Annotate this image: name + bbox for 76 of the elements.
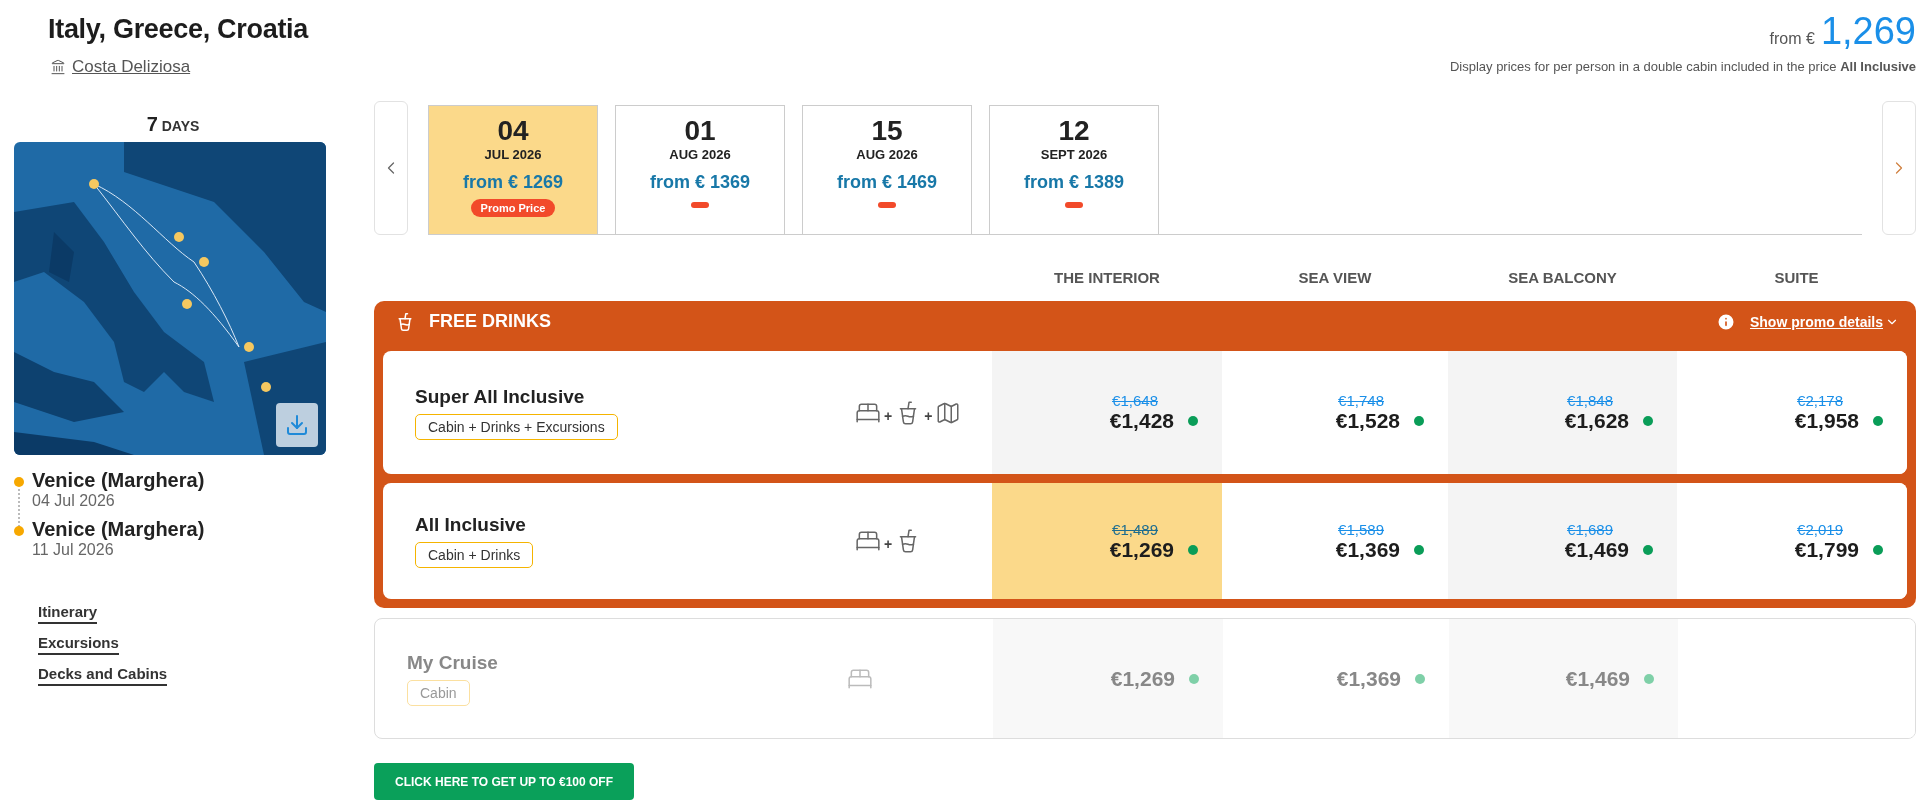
old-price: €2,019 — [1797, 520, 1843, 538]
from-price: 1,269 — [1820, 10, 1916, 53]
price: €1,369 — [1335, 537, 1400, 562]
availability-dot — [1188, 544, 1198, 555]
price-cell[interactable]: €1,848 €1,628 — [1448, 351, 1677, 475]
old-price: €1,648 — [1112, 392, 1158, 410]
availability-dot — [1188, 416, 1198, 427]
old-price: €2,178 — [1797, 392, 1843, 410]
price-cell[interactable]: €1,489 €1,269 — [992, 483, 1222, 600]
fare-tag: Cabin + Drinks + Excursions — [415, 413, 618, 440]
price: €1,269 — [1110, 666, 1175, 691]
side-link[interactable]: Itinerary — [38, 603, 98, 624]
port-dot — [14, 526, 24, 536]
from-label: from € — [1769, 30, 1815, 48]
column-header: SEA BALCONY — [1507, 269, 1618, 289]
landmark-icon — [50, 59, 66, 75]
date-tab[interactable]: 12 SEPT 2026 from € 1389 — [989, 105, 1159, 235]
plus-sign: + — [884, 407, 893, 424]
previous-button[interactable] — [374, 101, 408, 236]
old-price: €1,489 — [1112, 520, 1158, 538]
price: €1,799 — [1794, 537, 1859, 562]
column-header: SEA VIEW — [1297, 269, 1373, 289]
column-header: SUITE — [1773, 269, 1820, 289]
ship-link[interactable]: Costa Deliziosa — [50, 57, 191, 77]
date-tab[interactable]: 01 AUG 2026 from € 1369 — [615, 105, 785, 235]
availability-dot — [1643, 416, 1653, 427]
port-dot — [14, 477, 24, 487]
availability-dot — [1643, 544, 1653, 555]
cup-icon — [395, 311, 415, 332]
side-link[interactable]: Decks and Cabins — [38, 665, 168, 686]
fare-tag: Cabin — [407, 679, 470, 706]
price: €1,428 — [1109, 409, 1174, 434]
port-name: Venice (Marghera) — [32, 518, 205, 541]
plus-sign: + — [924, 407, 933, 424]
side-link[interactable]: Excursions — [38, 634, 119, 655]
column-header: THE INTERIOR — [1053, 269, 1161, 289]
price-cell[interactable]: €1,689 €1,469 — [1448, 483, 1677, 600]
next-button[interactable] — [1882, 101, 1916, 236]
port-name: Venice (Marghera) — [32, 469, 205, 492]
date-tab[interactable]: 15 AUG 2026 from € 1469 — [802, 105, 972, 235]
download-button[interactable] — [276, 403, 318, 447]
availability-dot — [1414, 544, 1424, 555]
price: €1,469 — [1564, 537, 1629, 562]
port-date: 04 Jul 2026 — [32, 492, 116, 510]
availability-dot — [1873, 416, 1883, 427]
plus-sign: + — [884, 536, 893, 553]
old-price: €1,689 — [1567, 520, 1613, 538]
old-price: €1,748 — [1338, 392, 1384, 410]
promo-details-link[interactable]: Show promo details — [1750, 313, 1899, 330]
old-price: €1,848 — [1567, 392, 1613, 410]
price: €1,269 — [1109, 537, 1174, 562]
old-price: €1,589 — [1338, 520, 1384, 538]
availability-dot — [1644, 673, 1654, 684]
days-label: DAYS — [161, 118, 200, 134]
fare-name: All Inclusive — [415, 514, 526, 537]
price: €1,628 — [1564, 409, 1629, 434]
price-note: Display prices for per person in a double cabin included in the price All Inclusive — [1449, 59, 1916, 74]
days-count: 7 — [146, 113, 158, 136]
price: €1,528 — [1335, 409, 1400, 434]
availability-dot — [1415, 673, 1425, 684]
price-cell[interactable]: €1,648 €1,428 — [992, 351, 1222, 475]
fare-tag: Cabin + Drinks — [415, 542, 534, 569]
fare-name: Super All Inclusive — [415, 385, 585, 408]
info-icon — [1716, 311, 1736, 332]
date-tab[interactable]: 04 JUL 2026 from € 1269 Promo Price — [428, 105, 598, 235]
promo-title: FREE DRINKS — [429, 311, 552, 333]
download-icon — [285, 413, 309, 437]
availability-dot — [1189, 673, 1199, 684]
availability-dot — [1873, 544, 1883, 555]
price: €1,369 — [1336, 666, 1401, 691]
price: €1,958 — [1794, 409, 1859, 434]
port-date: 11 Jul 2026 — [32, 541, 115, 559]
price: €1,469 — [1565, 666, 1630, 691]
trip-title: Italy, Greece, Croatia — [48, 14, 310, 45]
availability-dot — [1414, 416, 1424, 427]
fare-name: My Cruise — [407, 651, 498, 674]
